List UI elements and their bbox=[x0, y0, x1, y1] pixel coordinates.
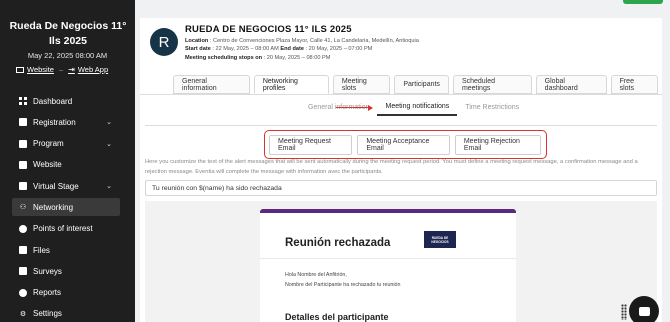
scheduling-stops: Meeting scheduling stops on : 20 May, 20… bbox=[185, 55, 565, 61]
sidebar-item-label: Files bbox=[33, 245, 50, 255]
notifications-description: Here you customize the text of the alert… bbox=[145, 159, 638, 175]
scheduling-stops-value: : 20 May, 2025 – 08:00 PM bbox=[263, 54, 331, 61]
sidebar-item-label: Program bbox=[33, 139, 64, 149]
sidebar-item-label: Website bbox=[33, 160, 62, 170]
email-title: Reunión rechazada bbox=[285, 237, 391, 249]
start-date-label: Start date bbox=[185, 46, 211, 52]
gear-icon: ⚙ bbox=[19, 310, 27, 318]
sign-in-icon: ⇥ bbox=[68, 64, 75, 74]
networking-icon: ⚇ bbox=[19, 204, 27, 212]
email-subject-input[interactable]: Tu reunión con $(name) ha sido rechazada bbox=[145, 180, 657, 196]
sidebar-item-reports[interactable]: Reports bbox=[12, 284, 120, 302]
sidebar-item-website[interactable]: Website bbox=[12, 156, 120, 174]
event-dates: Start date : 22 May, 2025 – 08:00 AM End… bbox=[185, 46, 565, 52]
subtabs-divider bbox=[145, 125, 657, 126]
annotation-arrow bbox=[336, 104, 373, 112]
status-strip bbox=[623, 0, 663, 4]
event-logo: RUEDA DE NEGOCIOS bbox=[424, 231, 456, 248]
avatar: R bbox=[150, 28, 178, 56]
end-date-label: End date bbox=[280, 46, 305, 52]
email-preview: Reunión rechazada RUEDA DE NEGOCIOS Hola… bbox=[145, 201, 657, 322]
tab-free-slots[interactable]: Free slots bbox=[610, 75, 658, 94]
sidebar-item-surveys[interactable]: Surveys bbox=[12, 262, 120, 280]
sidebar-item-label: Settings bbox=[33, 309, 62, 319]
event-info: RUEDA DE NEGOCIOS 11° ILS 2025 Location … bbox=[185, 24, 565, 61]
website-link-label: Website bbox=[27, 65, 54, 74]
folder-icon bbox=[19, 246, 27, 255]
sidebar-item-program[interactable]: Program ⌄ bbox=[12, 135, 120, 153]
sidebar-item-label: Surveys bbox=[33, 266, 62, 276]
chevron-down-icon: ⌄ bbox=[106, 183, 112, 191]
chat-icon bbox=[638, 306, 650, 316]
start-date-value: : 22 May, 2025 – 08:00 AM bbox=[212, 46, 279, 52]
chevron-down-icon: ⌄ bbox=[106, 119, 112, 127]
email-divider bbox=[260, 258, 516, 259]
subtab-meeting-notifications[interactable]: Meeting notifications bbox=[377, 99, 458, 116]
meeting-request-email-button[interactable]: Meeting Request Email bbox=[269, 134, 353, 155]
chevron-down-icon: ⌄ bbox=[106, 140, 112, 148]
sidebar-item-virtual-stage[interactable]: Virtual Stage ⌄ bbox=[12, 177, 120, 195]
email-body: Nombre del Participante ha rechazado tu … bbox=[285, 282, 401, 288]
email-type-selector: Meeting Request Email Meeting Acceptance… bbox=[264, 130, 547, 159]
email-greeting: Hola Nombre del Anfitrión, bbox=[285, 272, 347, 278]
website-link[interactable]: Website bbox=[16, 65, 54, 74]
location-value: : Centro de Convenciones Plaza Mayor, Ca… bbox=[209, 37, 419, 44]
sidebar-item-networking[interactable]: ⚇ Networking bbox=[12, 198, 120, 217]
sidebar-item-label: Networking bbox=[33, 202, 74, 212]
event-title: Rueda De Negocios 11° Ils 2025 bbox=[9, 20, 127, 47]
sidebar-item-label: Dashboard bbox=[33, 96, 73, 106]
tab-global-dashboard[interactable]: Global dashboard bbox=[535, 75, 607, 94]
content-card: R RUEDA DE NEGOCIOS 11° ILS 2025 Locatio… bbox=[140, 18, 662, 322]
meeting-acceptance-email-button[interactable]: Meeting Acceptance Email bbox=[357, 134, 450, 155]
sidebar: Rueda De Negocios 11° Ils 2025 May 22, 2… bbox=[0, 0, 135, 322]
sidebar-item-files[interactable]: Files bbox=[12, 241, 120, 259]
sidebar-item-registration[interactable]: Registration ⌄ bbox=[12, 113, 120, 131]
event-links: Website – ⇥ Web App bbox=[16, 65, 108, 74]
email-section-title: Detalles del participante bbox=[285, 312, 389, 322]
tab-networking-profiles[interactable]: Networking profiles bbox=[253, 75, 329, 94]
email-template: Reunión rechazada RUEDA DE NEGOCIOS Hola… bbox=[260, 209, 516, 322]
tab-general-information[interactable]: General information bbox=[173, 75, 250, 94]
tabs-divider bbox=[140, 94, 662, 95]
registration-icon bbox=[19, 118, 27, 127]
event-datetime: May 22, 2025 08:00 AM bbox=[27, 51, 108, 60]
sidebar-item-settings[interactable]: ⚙ Settings bbox=[12, 305, 120, 322]
scheduling-stops-label: Meeting scheduling stops on bbox=[185, 54, 263, 61]
sidebar-item-points-of-interest[interactable]: Points of interest bbox=[12, 220, 120, 238]
virtual-stage-icon bbox=[19, 182, 27, 191]
meeting-rejection-email-button[interactable]: Meeting Rejection Email bbox=[454, 134, 541, 155]
main-tabs: General information Networking profiles … bbox=[173, 75, 662, 94]
webapp-link-label: Web App bbox=[77, 65, 109, 74]
subtab-time-restrictions[interactable]: Time Restrictions bbox=[457, 99, 527, 116]
sidebar-item-label: Points of interest bbox=[33, 224, 93, 234]
dashboard-icon bbox=[19, 97, 27, 105]
location-pin-icon bbox=[19, 224, 27, 233]
sidebar-item-label: Registration bbox=[33, 117, 76, 127]
location-label: Location bbox=[185, 37, 209, 44]
tab-scheduled-meetings[interactable]: Scheduled meetings bbox=[452, 75, 532, 94]
sub-tabs: General information Meeting notification… bbox=[300, 99, 527, 116]
website-icon bbox=[19, 160, 27, 169]
chat-button[interactable] bbox=[629, 296, 659, 322]
tab-meeting-slots[interactable]: Meeting slots bbox=[332, 75, 391, 94]
chart-pie-icon bbox=[19, 288, 27, 297]
drag-handle-icon[interactable] bbox=[621, 304, 627, 320]
sidebar-item-label: Reports bbox=[33, 288, 62, 298]
sidebar-item-label: Virtual Stage bbox=[33, 181, 79, 191]
sidebar-nav: Dashboard Registration ⌄ Program ⌄ Websi… bbox=[12, 92, 120, 322]
webapp-link[interactable]: ⇥ Web App bbox=[68, 65, 108, 74]
page-title: RUEDA DE NEGOCIOS 11° ILS 2025 bbox=[185, 24, 352, 35]
event-location: Location : Centro de Convenciones Plaza … bbox=[185, 38, 565, 44]
clipboard-icon bbox=[19, 267, 27, 276]
end-date-value: : 20 May, 2025 – 07:00 PM bbox=[305, 46, 373, 52]
sidebar-item-dashboard[interactable]: Dashboard bbox=[12, 92, 120, 110]
main-area: R RUEDA DE NEGOCIOS 11° ILS 2025 Locatio… bbox=[135, 0, 670, 322]
tab-participants[interactable]: Participants bbox=[394, 75, 449, 94]
monitor-icon bbox=[16, 66, 24, 73]
program-icon bbox=[19, 139, 27, 148]
links-separator: – bbox=[58, 65, 64, 74]
